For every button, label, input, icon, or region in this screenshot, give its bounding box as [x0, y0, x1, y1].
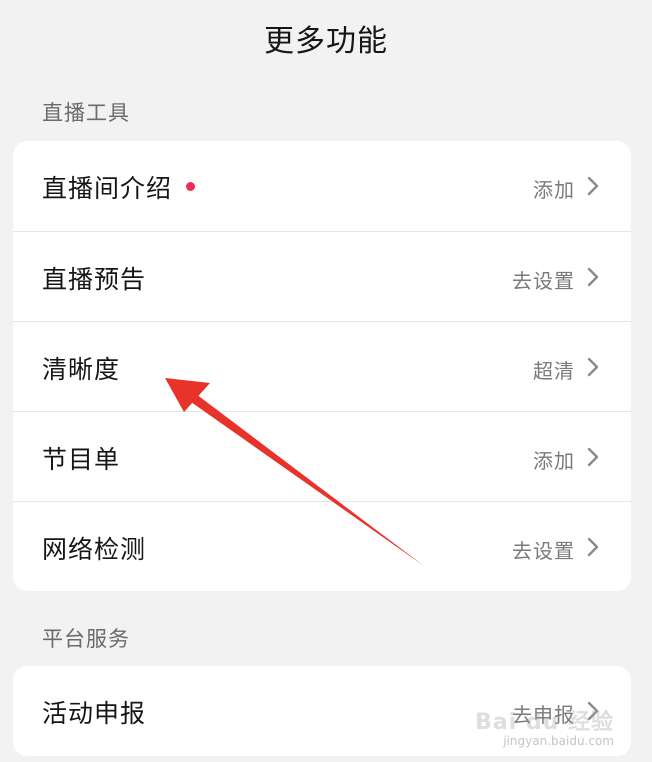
- row-value: 添加: [533, 449, 575, 473]
- chevron-right-icon: [585, 267, 601, 287]
- page-title: 更多功能: [264, 24, 388, 59]
- row-label: 直播间介绍: [42, 169, 196, 205]
- row-label: 直播预告: [42, 265, 147, 294]
- chevron-right-icon: [585, 357, 601, 377]
- row-value: 超清: [533, 359, 575, 383]
- section-title-platform-services: 平台服务: [42, 627, 130, 651]
- top-bar: 更多功能: [0, 0, 652, 72]
- row-value: 去设置: [512, 269, 575, 293]
- row-program-list[interactable]: 节目单 添加: [13, 411, 631, 501]
- row-label: 活动申报: [42, 699, 147, 728]
- watermark: Bai du 经验 jingyan.baidu.com: [475, 709, 614, 748]
- row-resolution[interactable]: 清晰度 超清: [13, 321, 631, 411]
- row-value: 去设置: [512, 539, 575, 563]
- row-network-check[interactable]: 网络检测 去设置: [13, 501, 631, 591]
- unread-dot-icon: [186, 181, 196, 191]
- live-tools-card: 直播间介绍 添加 直播预告 去设置 清晰度 超清 节目单 添加 网络检测 去设置: [13, 141, 631, 591]
- row-live-preview[interactable]: 直播预告 去设置: [13, 231, 631, 321]
- row-live-room-intro[interactable]: 直播间介绍 添加: [13, 141, 631, 231]
- chevron-right-icon: [585, 176, 601, 196]
- watermark-brand: Bai du 经验: [475, 709, 614, 735]
- chevron-right-icon: [585, 537, 601, 557]
- chevron-right-icon: [585, 447, 601, 467]
- row-label: 清晰度: [42, 355, 121, 384]
- watermark-url: jingyan.baidu.com: [503, 733, 614, 748]
- row-label: 节目单: [42, 445, 121, 474]
- section-title-live-tools: 直播工具: [42, 101, 130, 125]
- row-value: 添加: [533, 178, 575, 202]
- row-label: 网络检测: [42, 535, 147, 564]
